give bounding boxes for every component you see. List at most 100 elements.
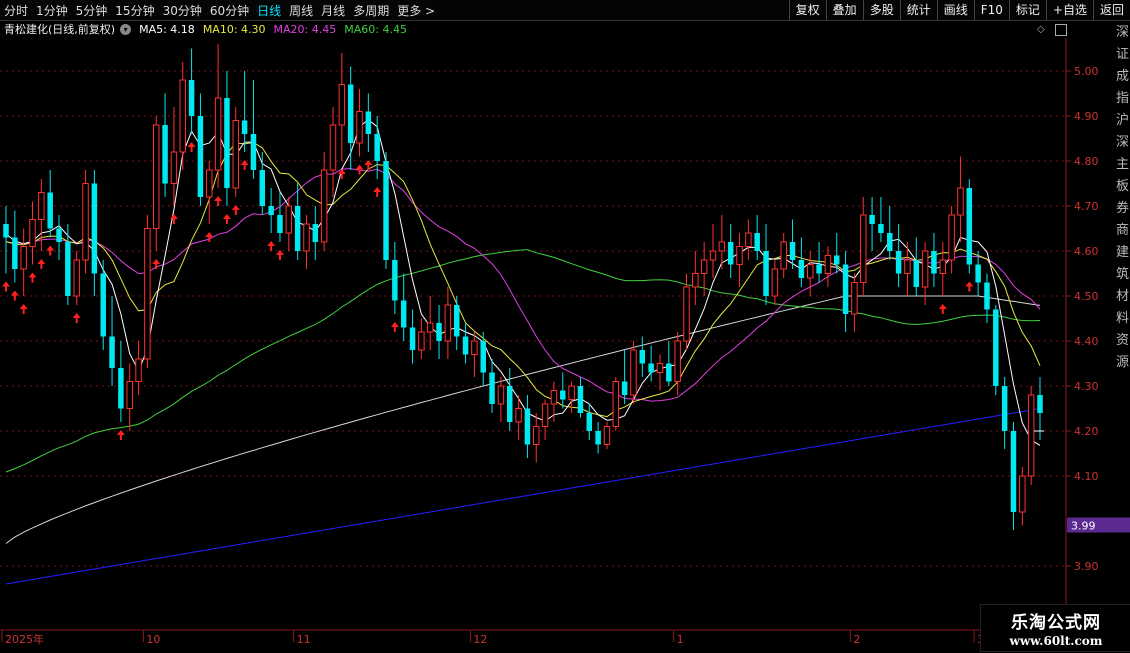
ma20-value: MA20: 4.45 (273, 22, 337, 36)
candle-down (913, 260, 920, 287)
candle-up (780, 241, 787, 270)
tab-period-0[interactable]: 分时 (0, 2, 32, 19)
tab-period-8[interactable]: 月线 (317, 2, 349, 19)
kline-svg[interactable]: 5.00 4.90 4.80 4.70 4.60 4.50 4.40 4.30 4.20 4.10… (0, 38, 1130, 650)
candle-up (426, 322, 434, 333)
ma60-line (5, 249, 1041, 473)
candle-down (763, 251, 769, 296)
watermark-url: www.60lt.com (1009, 634, 1103, 648)
candle-down (277, 215, 283, 233)
window-toggle-icon[interactable] (1055, 24, 1067, 36)
tab-period-9[interactable]: 多周期 (349, 2, 393, 19)
buy-arrow-icon (205, 232, 214, 242)
buy-arrow-icon (28, 272, 37, 283)
candle-up (471, 340, 478, 355)
tab-period-3[interactable]: 15分钟 (111, 2, 158, 19)
candle-down (887, 233, 893, 251)
y-tick-label: 3.90 (1074, 560, 1099, 573)
x-tick-label: 1 (677, 633, 684, 646)
candle-up (550, 390, 558, 405)
period-tabs: 分时 1分钟 5分钟 15分钟 30分钟 60分钟 日线 周线 月线 多周期 更多 > (0, 0, 439, 20)
candle-up (144, 228, 151, 360)
candle-up (152, 124, 160, 229)
candle-down (639, 350, 646, 364)
candle-up (541, 403, 549, 427)
ma5-line (5, 118, 1041, 446)
tab-period-2[interactable]: 5分钟 (72, 2, 112, 19)
candle-up (700, 259, 708, 274)
tab-period-6[interactable]: 日线 (253, 2, 285, 19)
tab-period-4[interactable]: 30分钟 (159, 2, 206, 19)
candle-up (568, 385, 575, 400)
candle-up (1027, 394, 1035, 477)
chart-toolbar: 复权 叠加 多股 统计 画线 F10 标记 +自选 返回 (788, 0, 1130, 20)
candle-down (259, 170, 266, 206)
buy-arrow-icon (19, 304, 28, 314)
candle-up (20, 246, 27, 270)
y-tick-label: 4.30 (1074, 380, 1099, 393)
x-tick-label: 2 (853, 633, 860, 646)
candle-up (656, 363, 664, 373)
candle-down (993, 309, 999, 386)
toolbar-button-6[interactable]: 标记 (1008, 0, 1046, 20)
candle-down (869, 215, 875, 224)
toolbar-button-8[interactable]: 返回 (1092, 0, 1130, 20)
buy-arrow-icon (938, 304, 947, 314)
candle-up (320, 169, 328, 243)
candle-up (418, 331, 425, 351)
candle-down (816, 264, 822, 274)
candle-down (400, 300, 407, 328)
toolbar-button-0[interactable]: 复权 (788, 0, 826, 20)
ma10-value: MA10: 4.30 (202, 22, 266, 36)
candle-up (630, 349, 637, 396)
candle-up (329, 124, 337, 171)
toolbar-button-2[interactable]: 多股 (862, 0, 900, 20)
tab-period-7[interactable]: 周线 (285, 2, 317, 19)
candle-up (497, 385, 505, 405)
candle-up (214, 97, 222, 171)
toolbar-button-1[interactable]: 叠加 (825, 0, 863, 20)
toolbar-button-4[interactable]: 画线 (936, 0, 974, 20)
candle-up (939, 259, 947, 274)
y-tick-label: 4.80 (1074, 155, 1099, 168)
stock-title[interactable]: 青松建化(日线,前复权) (4, 21, 115, 37)
buy-arrow-icon (72, 313, 81, 323)
candle-up (948, 214, 955, 261)
candle-down (91, 183, 98, 274)
y-tick-label: 4.40 (1074, 335, 1099, 348)
candle-down (65, 242, 71, 296)
toolbar-button-7[interactable]: +自选 (1045, 0, 1093, 20)
candle-up (745, 232, 752, 247)
buy-arrow-icon (187, 142, 196, 152)
candle-down (1010, 431, 1017, 512)
top-menu-bar: 分时 1分钟 5分钟 15分钟 30分钟 60分钟 日线 周线 月线 多周期 更多 > 复权 叠加 多股… (0, 0, 1130, 21)
tab-period-10[interactable]: 更多 > (393, 2, 439, 19)
candle-down (577, 386, 584, 413)
candle-down (966, 188, 973, 265)
candle-down (833, 255, 840, 265)
candle-down (409, 327, 416, 350)
right-side-panel[interactable]: 深证成指沪深主板券商建筑材料资源 (1116, 22, 1130, 442)
dropdown-circle-icon[interactable]: ▾ (120, 23, 132, 35)
toolbar-button-5[interactable]: F10 (973, 0, 1009, 20)
candle-down (162, 125, 168, 184)
candle-down (648, 363, 654, 373)
candle-down (294, 206, 301, 251)
buy-arrow-icon (116, 430, 125, 440)
tab-period-5[interactable]: 60分钟 (206, 2, 253, 19)
toolbar-button-3[interactable]: 统计 (899, 0, 937, 20)
kline-chart[interactable]: 5.00 4.90 4.80 4.70 4.60 4.50 4.40 4.30 4.20 4.10… (0, 38, 1130, 650)
candle-down (878, 224, 884, 233)
candle-up (285, 205, 293, 234)
candle-down (436, 323, 442, 341)
x-tick-label: 11 (297, 633, 311, 646)
diamond-icon[interactable]: ◇ (1037, 24, 1045, 35)
buy-arrow-icon (355, 164, 364, 175)
buy-arrow-icon (46, 245, 55, 256)
candle-up (170, 151, 178, 184)
ma60-value: MA60: 4.45 (344, 22, 407, 36)
indicator-info-bar: 青松建化(日线,前复权) ▾ MA5: 4.18 MA10: 4.30 MA20… (0, 21, 407, 37)
buy-arrow-icon (231, 205, 240, 215)
y-tick-label: 4.20 (1074, 425, 1099, 438)
tab-period-1[interactable]: 1分钟 (32, 2, 72, 19)
